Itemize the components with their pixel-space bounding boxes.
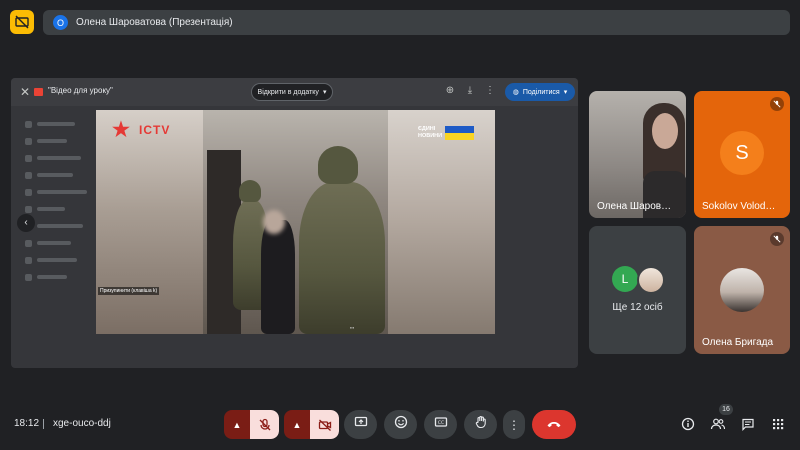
- channel-logo: ICTV: [139, 123, 171, 137]
- more-options-button[interactable]: ⋮: [503, 410, 525, 439]
- avatar: S: [720, 131, 764, 175]
- raise-hand-button[interactable]: [464, 410, 497, 439]
- avatar: [637, 266, 665, 294]
- participant-name: Sokolov Volod…: [702, 201, 776, 212]
- others-count-label: Ще 12 осіб: [612, 302, 663, 313]
- meeting-info-icon[interactable]: [679, 415, 697, 433]
- open-with-label: Відкрити в додатку: [257, 88, 319, 96]
- present-button[interactable]: [344, 410, 377, 439]
- hand-icon: [474, 415, 488, 434]
- chevron-down-icon: ▾: [563, 89, 568, 96]
- video-options-chevron-icon[interactable]: ▲: [284, 410, 310, 439]
- divider: [43, 419, 44, 429]
- people-icon[interactable]: [709, 415, 727, 433]
- mic-off-icon: [770, 97, 784, 111]
- share-button[interactable]: ◍ Поділитися ▾: [505, 83, 575, 101]
- chat-icon[interactable]: [739, 415, 757, 433]
- camera-off-button[interactable]: [310, 410, 339, 439]
- meeting-code[interactable]: xge-ouco-ddj: [53, 418, 111, 429]
- video-blur-left: [96, 110, 203, 334]
- presentation-icon[interactable]: [10, 10, 34, 34]
- mic-off-icon: [770, 232, 784, 246]
- news-badge: ЄДИНІ НОВИНИ: [418, 126, 443, 139]
- video-blur-right: [388, 110, 495, 334]
- present-screen-icon: [354, 415, 368, 434]
- video-file-icon: [34, 88, 43, 96]
- others-tile[interactable]: L Ще 12 осіб: [589, 226, 686, 354]
- audio-options-chevron-icon[interactable]: ▲: [224, 410, 250, 439]
- more-vert-icon[interactable]: ⋮: [483, 84, 497, 98]
- add-shortcut-icon[interactable]: ⊕: [443, 84, 457, 98]
- participant-name: Олена Бригада: [702, 337, 774, 348]
- leave-call-button[interactable]: [532, 410, 576, 439]
- ukraine-flag-icon: [445, 126, 474, 140]
- close-icon[interactable]: ✕: [17, 84, 33, 100]
- call-end-icon: [546, 416, 562, 434]
- drive-toolbar: ✕ "Відео для уроку" Відкрити в додатку ▾…: [11, 78, 578, 106]
- channel-star-icon: ★: [112, 119, 130, 141]
- presenter-avatar: О: [53, 15, 68, 30]
- shared-screen: ✕ "Відео для уроку" Відкрити в додатку ▾…: [11, 78, 578, 368]
- download-icon[interactable]: ⤓: [463, 84, 477, 98]
- participant-tile[interactable]: Олена Шаров…: [589, 91, 686, 218]
- closed-captions-icon: CC: [434, 415, 448, 434]
- previous-arrow-icon[interactable]: ‹: [17, 214, 35, 232]
- open-with-button[interactable]: Відкрити в додатку ▾: [251, 83, 333, 101]
- captions-button[interactable]: CC: [424, 410, 457, 439]
- video-player[interactable]: ★ ICTV ЄДИНІ НОВИНИ Призупинити (клавіша…: [96, 110, 495, 334]
- chevron-down-icon: ▾: [322, 89, 327, 96]
- participant-name: Олена Шаров…: [597, 201, 672, 212]
- avatar: L: [612, 266, 638, 292]
- reactions-button[interactable]: [384, 410, 417, 439]
- file-title: "Відео для уроку": [48, 86, 113, 95]
- watermark: ▪▪▪: [350, 325, 355, 330]
- camera-control: ▲: [284, 410, 339, 439]
- activities-grid-icon[interactable]: [769, 415, 787, 433]
- share-label: Поділитися: [522, 88, 560, 96]
- presenter-banner[interactable]: О Олена Шароватова (Презентація): [43, 10, 790, 35]
- more-vert-icon: ⋮: [508, 417, 520, 432]
- svg-text:CC: CC: [437, 420, 443, 426]
- emoji-icon: [394, 415, 408, 434]
- avatar: [720, 268, 764, 312]
- participant-tile[interactable]: Олена Бригада: [694, 226, 790, 354]
- clock: 18:12: [14, 418, 40, 429]
- globe-icon: ◍: [512, 89, 519, 96]
- microphone-control: ▲: [224, 410, 279, 439]
- background-drive-list: [25, 118, 95, 288]
- video-frame: [203, 110, 388, 334]
- presenter-label: Олена Шароватова (Презентація): [76, 17, 233, 28]
- people-count-badge: 16: [719, 404, 733, 415]
- participant-tile[interactable]: S Sokolov Volod…: [694, 91, 790, 218]
- video-tooltip: Призупинити (клавіша k): [98, 287, 160, 295]
- mic-off-button[interactable]: [250, 410, 279, 439]
